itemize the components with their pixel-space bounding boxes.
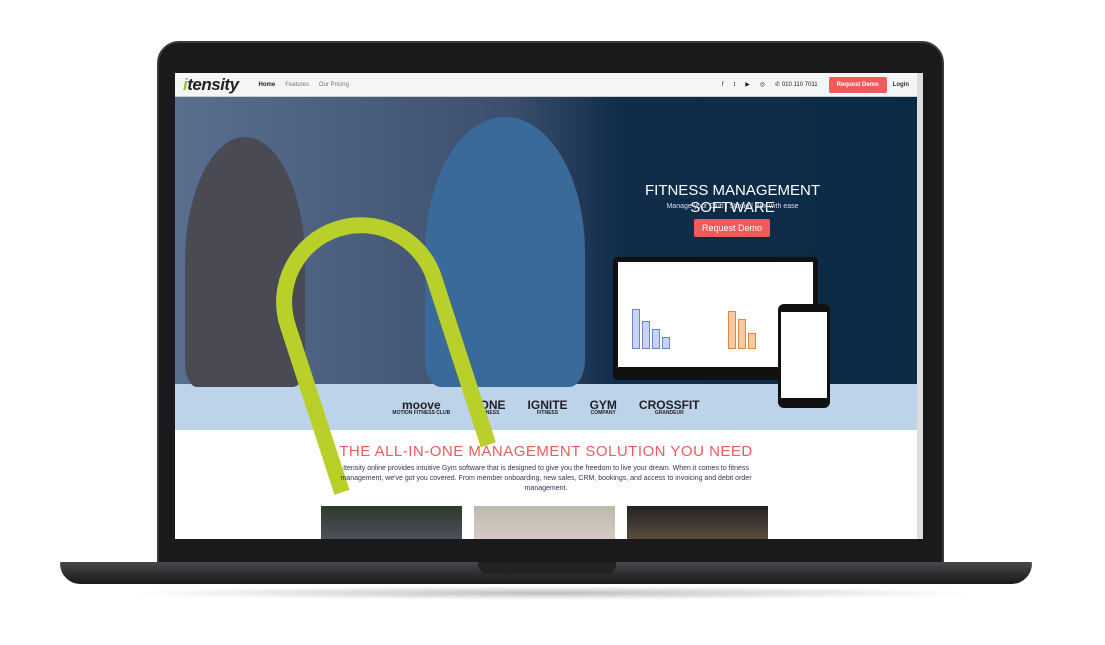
client-logo: CROSSFIT GRANDEUR [638, 397, 700, 416]
section-body: Itensity online provides intuitive Gym s… [340, 465, 752, 492]
client-logo: GYM COMPANY [589, 397, 617, 416]
hero-title: FITNESS MANAGEMENT SOFTWARE [644, 182, 820, 216]
nav-request-demo-button[interactable]: Request Demo [828, 76, 887, 93]
hero-banner: FITNESS MANAGEMENT SOFTWARE Manage your … [175, 97, 917, 495]
feature-image [474, 506, 615, 539]
laptop-screen: itensity Home Features Our Pricing f t ▶… [175, 73, 923, 539]
nav-home[interactable]: Home [259, 82, 276, 88]
brand-logo[interactable]: itensity [183, 75, 239, 95]
twitter-icon[interactable]: t [734, 82, 736, 88]
laptop-shadow [120, 586, 980, 600]
nav-pricing[interactable]: Our Pricing [319, 82, 349, 88]
nav-features[interactable]: Features [285, 82, 309, 88]
navbar: itensity Home Features Our Pricing f t ▶… [175, 73, 917, 97]
feature-image [627, 506, 768, 539]
hero-request-demo-button[interactable]: Request Demo [694, 219, 771, 237]
feature-image [321, 506, 462, 539]
laptop-notch [478, 562, 616, 574]
section-title: THE ALL-IN-ONE MANAGEMENT SOLUTION YOU N… [339, 443, 753, 460]
youtube-icon[interactable]: ▶ [745, 81, 750, 88]
login-link[interactable]: Login [893, 82, 909, 88]
phone-mockup [778, 304, 830, 408]
instagram-icon[interactable]: ◎ [760, 81, 765, 88]
hero-subtitle: Manage your Club | Studio | Box with eas… [666, 203, 799, 210]
client-logo: IGNITE FITNESS [527, 397, 568, 416]
phone-number[interactable]: ✆ 010 110 7011 [775, 81, 818, 88]
scrollbar[interactable] [917, 73, 923, 539]
feature-thumbnails [321, 506, 768, 539]
facebook-icon[interactable]: f [722, 82, 724, 88]
